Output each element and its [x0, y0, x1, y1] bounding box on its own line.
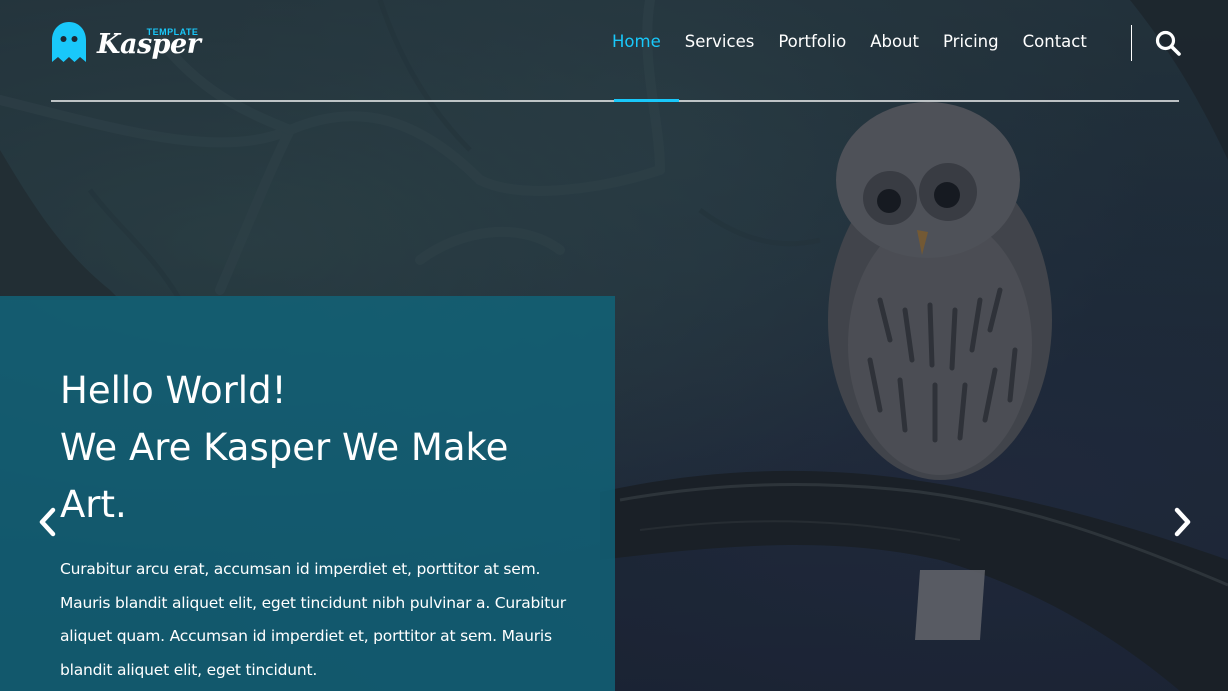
- nav-item-services[interactable]: Services: [685, 32, 755, 51]
- nav-item-home[interactable]: Home: [612, 32, 661, 51]
- site-header: TEMPLATE Kasper Home Services Portfolio …: [51, 0, 1181, 102]
- nav-item-portfolio[interactable]: Portfolio: [778, 32, 846, 51]
- chevron-left-icon[interactable]: [36, 506, 58, 538]
- active-nav-indicator: [614, 99, 679, 102]
- logo-tagline: TEMPLATE: [146, 27, 199, 37]
- nav-divider: [1131, 25, 1132, 61]
- main-nav: Home Services Portfolio About Pricing Co…: [612, 32, 1087, 51]
- search-icon[interactable]: [1155, 30, 1181, 56]
- chevron-right-icon[interactable]: [1172, 506, 1194, 538]
- logo-wordmark: TEMPLATE Kasper: [97, 17, 201, 63]
- hero-headline: Hello World! We Are Kasper We Make Art.: [60, 362, 560, 533]
- hero-headline-line1: Hello World!: [60, 369, 287, 412]
- hero-headline-line3: Art.: [60, 483, 127, 526]
- ghost-logo-icon: [52, 22, 86, 62]
- nav-item-pricing[interactable]: Pricing: [943, 32, 999, 51]
- hero-description: Curabitur arcu erat, accumsan id imperdi…: [60, 560, 566, 679]
- logo[interactable]: TEMPLATE Kasper: [51, 17, 201, 63]
- nav-item-about[interactable]: About: [870, 32, 919, 51]
- nav-item-contact[interactable]: Contact: [1023, 32, 1087, 51]
- hero-headline-line2: We Are Kasper We Make: [60, 426, 509, 469]
